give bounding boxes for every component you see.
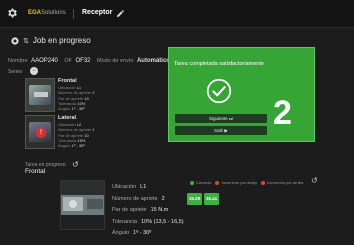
task-completed-modal: Tarea completada satisfactoriamente Sigu… <box>168 47 315 142</box>
brand-logo: EGASolutions <box>28 10 66 16</box>
gear-icon[interactable] <box>6 7 18 19</box>
brand-second: Solutions <box>41 10 66 16</box>
legend-dot-below <box>215 180 220 185</box>
of-label: OF <box>64 58 72 64</box>
brand-first: EGA <box>28 10 42 16</box>
task-title: Lateral <box>58 115 77 121</box>
of-value: OF32 <box>75 58 91 64</box>
task-thumbnail-frontal[interactable] <box>25 78 55 112</box>
info-value: 2 <box>92 90 95 96</box>
name-value: AAOP240 <box>31 58 58 64</box>
detail-value: 15 N.m <box>150 207 169 213</box>
name-label: Nombre <box>8 58 28 64</box>
detail-value: 10% (13,5 - 16,5) <box>141 218 184 225</box>
page-title: Receptor <box>82 9 113 16</box>
task-thumbnail-lateral[interactable]: ! <box>25 115 55 149</box>
info-value: 1º - 30º <box>71 106 85 112</box>
error-icon: ! <box>36 128 46 138</box>
detail-key: Par de apriete <box>112 207 147 213</box>
result-chip: 15.41 <box>204 193 219 205</box>
reload-icon[interactable]: ↺ <box>72 160 79 169</box>
arrows-updown-icon: ⇅ <box>23 37 29 45</box>
job-meta: Nombre AAOP240 OF OF32 Modo de envío Aut… <box>8 58 175 64</box>
task-photo <box>60 180 105 230</box>
job-heading-text: Job en progreso <box>32 36 91 45</box>
results-legend: Correcto Incorrecto por abajo Incorrecto… <box>187 180 303 185</box>
task-title: Frontal <box>58 78 77 84</box>
legend-dot-correct <box>190 180 194 185</box>
series-label: Series <box>8 69 23 75</box>
legend-label: Correcto <box>196 180 212 185</box>
job-heading: ⇅ Job en progreso <box>11 36 91 45</box>
detail-value: L1 <box>140 184 147 190</box>
detail-key: Ubicación <box>112 184 137 190</box>
in-progress-name: Frontal <box>25 168 46 175</box>
next-button-label: Siguiente <box>208 116 228 121</box>
machine-photo <box>61 181 104 229</box>
check-circle-icon <box>206 78 232 104</box>
modal-title: Tarea completada satisfactoriamente <box>174 61 264 67</box>
exit-icon: ▶ <box>224 128 228 133</box>
modal-count: 2 <box>273 94 292 132</box>
detail-key: Tolerancia <box>112 218 138 225</box>
detail-key: Número de apriete <box>112 195 158 202</box>
exit-button[interactable]: Salir ▶ <box>175 126 267 135</box>
result-chip: 15.29 <box>187 193 202 205</box>
info-key: Ángulo <box>58 143 71 149</box>
top-bar: EGASolutions Receptor <box>0 0 354 28</box>
skip-next-icon: ⏭ <box>228 116 234 121</box>
legend-dot-above <box>261 180 266 185</box>
pencil-icon[interactable] <box>116 9 125 18</box>
task-info-lateral: Lateral Ubicación L2 Número de apriete 1… <box>58 115 95 149</box>
machine-part <box>34 92 48 97</box>
info-value: 1 <box>92 127 95 133</box>
info-value: 1º - 30º <box>71 143 85 149</box>
in-progress-details: Ubicación L1 Número de apriete 2 Par de ap… <box>112 182 184 240</box>
mode-value: Automático <box>136 58 170 64</box>
legend-label: Incorrecto por abajo <box>221 180 258 185</box>
next-button[interactable]: Siguiente ⏭ <box>175 114 267 123</box>
detail-value: 1º - 30º <box>133 230 152 236</box>
series-minus-icon[interactable]: − <box>30 67 38 75</box>
mode-label: Modo de envío <box>97 58 134 64</box>
info-key: Ángulo <box>58 106 71 112</box>
refresh-results-icon[interactable]: ↺ <box>311 176 318 185</box>
legend-label: Incorrecto por arriba <box>267 180 304 185</box>
detail-value: 2 <box>161 195 165 202</box>
topbar-divider <box>73 9 74 19</box>
stop-circle-icon[interactable] <box>11 36 19 45</box>
task-info-frontal: Frontal Ubicación L1 Número de apriete 2… <box>58 78 95 112</box>
exit-button-label: Salir <box>214 128 224 133</box>
detail-key: Ángulo <box>112 230 130 236</box>
